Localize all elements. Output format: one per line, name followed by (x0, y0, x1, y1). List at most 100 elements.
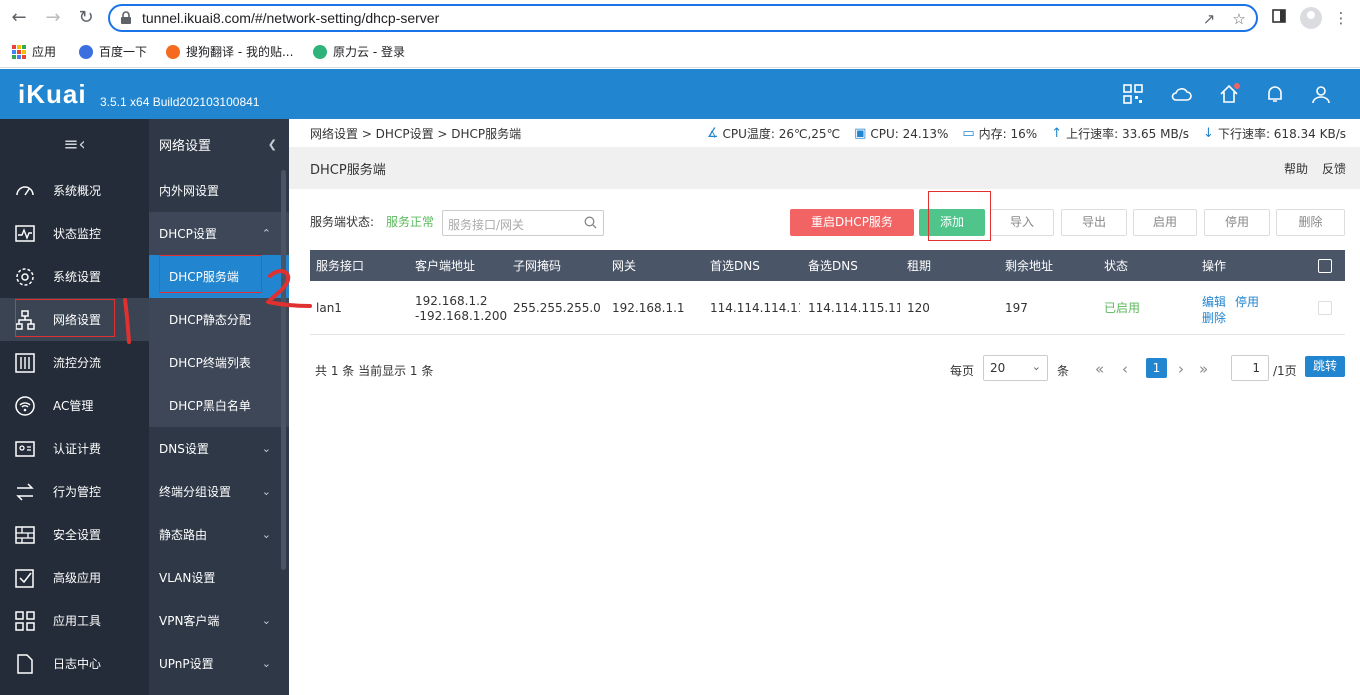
table-row: lan1 192.168.1.2 -192.168.1.200 255.255.… (310, 281, 1345, 335)
sidebar-item-auth[interactable]: 认证计费 (0, 427, 149, 470)
cell-lease: 120 (907, 300, 930, 315)
sliders-icon (15, 352, 35, 373)
edit-link[interactable]: 编辑 (1202, 293, 1226, 310)
import-button[interactable]: 导入 (990, 209, 1054, 236)
subnav-item-dhcp-blacklist[interactable]: DHCP黑白名单 (149, 384, 289, 427)
download-stat: ↓ 下行速率: 618.34 KB/s (1203, 126, 1346, 141)
subnav-item-dns[interactable]: DNS设置 ⌄ (149, 427, 289, 470)
subnav-item-vpn[interactable]: VPN客户端 ⌄ (149, 599, 289, 642)
col-header: 服务接口 (316, 259, 365, 273)
total-count: 共 1 条 当前显示 1 条 (315, 364, 434, 378)
user-icon[interactable] (1310, 83, 1332, 105)
breadcrumb: 网络设置 > DHCP设置 > DHCP服务端 (310, 126, 522, 141)
enable-button[interactable]: 启用 (1133, 209, 1197, 236)
bookmark-baidu[interactable]: 百度一下 (79, 42, 147, 62)
id-card-icon (15, 440, 35, 457)
bookmark-yuanli[interactable]: 原力云 - 登录 (313, 42, 405, 62)
delete-button[interactable]: 删除 (1276, 209, 1345, 236)
cell-remaining: 197 (1005, 300, 1028, 315)
search-icon[interactable] (584, 216, 597, 229)
disable-button[interactable]: 停用 (1204, 209, 1270, 236)
side-panel-icon[interactable] (1268, 7, 1290, 29)
sidebar-item-overview[interactable]: 系统概况 (0, 169, 149, 212)
server-status-value: 服务正常 (386, 215, 435, 229)
subnav-item-static-route[interactable]: 静态路由 ⌄ (149, 513, 289, 556)
apps-grid-icon (12, 45, 26, 59)
address-bar[interactable]: tunnel.ikuai8.com/#/network-setting/dhcp… (108, 4, 1258, 32)
more-vert-icon[interactable]: ⋮ (1330, 7, 1352, 29)
per-page-unit: 条 (1057, 364, 1070, 378)
thermometer-icon: ∡ (706, 126, 719, 141)
chevron-down-icon: ⌄ (261, 442, 271, 455)
col-header: 剩余地址 (1005, 259, 1054, 273)
browser-toolbar: ← → ↻ tunnel.ikuai8.com/#/network-settin… (0, 0, 1360, 36)
pagination: 共 1 条 当前显示 1 条 每页 20 ⌄ 条 « ‹ 1 › » 1 /1页… (310, 355, 1345, 383)
arrow-up-icon: ↑ (1051, 126, 1063, 141)
arrows-icon (16, 482, 34, 501)
reload-icon[interactable]: ↻ (75, 7, 97, 29)
firewall-icon (15, 525, 35, 544)
bell-icon[interactable] (1264, 83, 1286, 105)
subnav-item-vlan[interactable]: VLAN设置 (149, 556, 289, 599)
sidebar-item-tools[interactable]: 应用工具 (0, 599, 149, 642)
profile-avatar[interactable] (1300, 7, 1322, 29)
sogou-icon (166, 45, 180, 59)
cloud-icon[interactable] (1170, 83, 1192, 105)
subnav-item-dhcp-static[interactable]: DHCP静态分配 (149, 298, 289, 341)
sidebar-item-ac[interactable]: AC管理 (0, 384, 149, 427)
export-button[interactable]: 导出 (1061, 209, 1127, 236)
help-link[interactable]: 帮助 (1284, 160, 1308, 177)
collapse-left-icon[interactable]: ❮ (268, 138, 277, 151)
bookmarks-bar: 应用 百度一下 搜狗翻译 - 我的贴... 原力云 - 登录 (0, 36, 1360, 68)
restart-dhcp-button[interactable]: 重启DHCP服务 (790, 209, 914, 236)
sidebar-item-logs[interactable]: 日志中心 (0, 642, 149, 685)
subnav-scrollbar[interactable] (281, 170, 286, 570)
last-page-icon[interactable]: » (1199, 360, 1208, 378)
row-checkbox[interactable] (1318, 301, 1332, 315)
subnav-item-groups[interactable]: 终端分组设置 ⌄ (149, 470, 289, 513)
cpu-chip-icon: ▣ (854, 126, 867, 141)
subnav-item-upnp[interactable]: UPnP设置 ⌄ (149, 642, 289, 685)
per-page-select[interactable]: 20 ⌄ (983, 355, 1048, 381)
subnav-item-dhcp[interactable]: DHCP设置 ⌃ (149, 212, 289, 255)
url-text[interactable]: tunnel.ikuai8.com/#/network-setting/dhcp… (142, 10, 439, 26)
chevron-down-icon: ⌄ (261, 614, 271, 627)
feedback-link[interactable]: 反馈 (1322, 160, 1346, 177)
select-all-checkbox[interactable] (1318, 259, 1332, 273)
goto-page-input[interactable]: 1 (1231, 355, 1269, 381)
version-text: 3.5.1 x64 Build202103100841 (100, 95, 260, 109)
next-page-icon[interactable]: › (1178, 360, 1184, 378)
arrow-down-icon: ↓ (1203, 126, 1214, 141)
search-input[interactable]: 服务接口/网关 (442, 210, 604, 236)
lock-icon (121, 11, 131, 24)
star-icon[interactable]: ☆ (1230, 10, 1248, 28)
sidebar-item-behavior[interactable]: 行为管控 (0, 470, 149, 513)
back-arrow-icon[interactable]: ← (8, 7, 30, 29)
sidebar-item-advanced[interactable]: 高级应用 (0, 556, 149, 599)
ikuai-logo: iKuai (18, 79, 87, 109)
subnav-item-dhcp-clients[interactable]: DHCP终端列表 (149, 341, 289, 384)
sidebar-item-flow[interactable]: 流控分流 (0, 341, 149, 384)
sidebar-item-monitor[interactable]: 状态监控 (0, 212, 149, 255)
delete-link[interactable]: 删除 (1202, 309, 1226, 326)
jump-button[interactable]: 跳转 (1305, 356, 1345, 377)
share-icon[interactable]: ↗ (1200, 10, 1218, 28)
sidebar-item-security[interactable]: 安全设置 (0, 513, 149, 556)
col-header: 操作 (1202, 259, 1227, 273)
current-page[interactable]: 1 (1146, 358, 1167, 378)
qrcode-icon[interactable] (1122, 83, 1144, 105)
first-page-icon[interactable]: « (1095, 360, 1104, 378)
disable-link[interactable]: 停用 (1235, 293, 1259, 310)
dashboard-icon (16, 185, 34, 195)
subnav-item-lan-wan[interactable]: 内外网设置 (149, 169, 289, 212)
forward-arrow-icon[interactable]: → (42, 7, 64, 29)
app-header: iKuai 3.5.1 x64 Build202103100841 (0, 69, 1360, 119)
prev-page-icon[interactable]: ‹ (1122, 360, 1128, 378)
cpu-temp-stat: ∡ CPU温度: 26℃,25℃ (706, 126, 841, 141)
bookmark-sogou[interactable]: 搜狗翻译 - 我的贴... (166, 42, 293, 62)
home-icon[interactable] (1218, 83, 1240, 105)
sidebar-item-system[interactable]: 系统设置 (0, 255, 149, 298)
memory-stat: ▭ 内存: 16% (962, 126, 1038, 141)
bookmark-apps[interactable]: 应用 (12, 42, 56, 62)
menu-collapse-icon[interactable]: ≡‹ (0, 119, 149, 169)
